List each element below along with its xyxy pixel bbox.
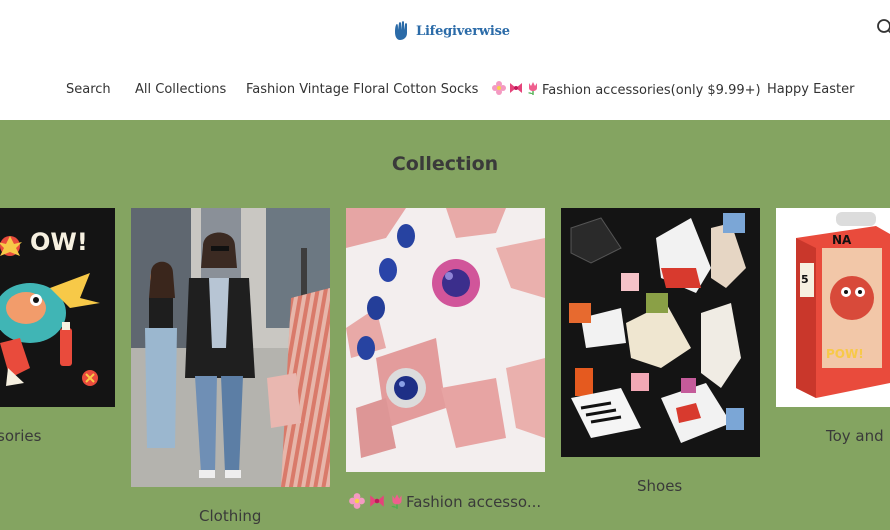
nav-item-fashion-accessories[interactable]: Fashion accessories(only $9.99+): [491, 80, 761, 101]
collection-card-clothing[interactable]: Clothing: [131, 208, 330, 530]
svg-text:OW!: OW!: [30, 228, 88, 256]
shoe-collage: [561, 208, 760, 457]
site-logo[interactable]: Lifegiverwise: [392, 18, 510, 44]
hand-logo-icon: [392, 21, 412, 41]
search-icon[interactable]: [876, 18, 890, 38]
bow-icon: [510, 83, 522, 93]
svg-text:5: 5: [801, 273, 809, 286]
card-label: Fashion accesso...: [348, 492, 541, 511]
main-nav: Search All Collections Fashion Vintage F…: [0, 80, 890, 102]
bow-icon: [370, 495, 384, 507]
toy-box-package: NA 5 POW!: [776, 208, 890, 407]
flower-icon: [492, 81, 506, 95]
jewelry-on-pink-rocks: [346, 208, 545, 472]
card-label: Toy and: [826, 427, 884, 445]
nav-item-happy-easter[interactable]: Happy Easter: [767, 80, 854, 100]
flower-icon: [349, 493, 365, 509]
street-fashion-photo: [131, 208, 330, 487]
collection-card-shoes[interactable]: Shoes: [561, 208, 760, 498]
nav-item-fashion-accessories-label: Fashion accessories(only $9.99+): [542, 83, 761, 98]
svg-text:POW!: POW!: [826, 347, 864, 361]
tulip-icon: [391, 494, 402, 509]
card-label: essories: [0, 427, 42, 445]
collection-section: Collection OW! essories: [0, 120, 890, 530]
card-label: Shoes: [637, 477, 683, 495]
nav-item-search[interactable]: Search: [66, 80, 111, 100]
collection-card-fashion-accessories[interactable]: Fashion accesso...: [346, 208, 545, 513]
card-label: Clothing: [199, 507, 262, 525]
logo-text: Lifegiverwise: [416, 23, 510, 39]
collection-card-toy[interactable]: NA 5 POW! Toy and: [776, 208, 890, 458]
collection-title: Collection: [391, 153, 499, 175]
nav-item-floral-socks[interactable]: Fashion Vintage Floral Cotton Socks: [246, 80, 478, 100]
cartoon-rooster-illustration: OW!: [0, 208, 115, 407]
collection-card-accessories[interactable]: OW! essories: [0, 208, 115, 448]
svg-text:NA: NA: [832, 233, 852, 247]
card-label-text: Fashion accesso...: [406, 493, 542, 511]
nav-item-all-collections[interactable]: All Collections: [135, 80, 226, 100]
tulip-icon: [528, 82, 537, 95]
site-header: Lifegiverwise Search All Collections Fas…: [0, 0, 890, 120]
